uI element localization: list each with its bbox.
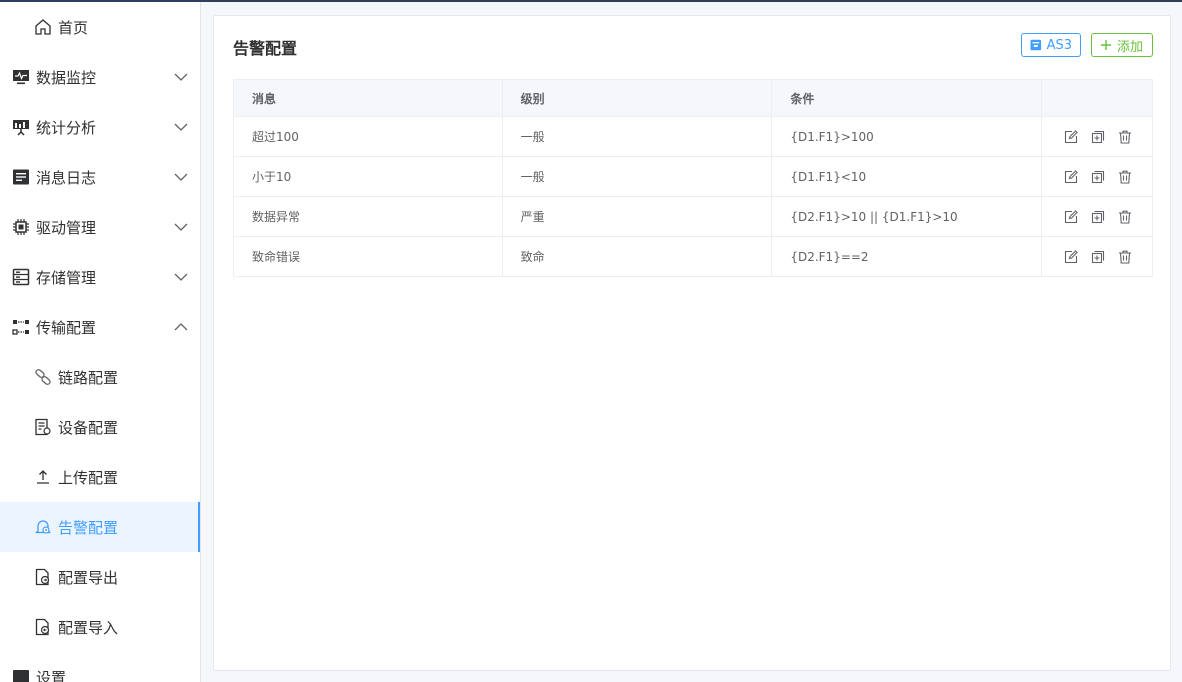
sidebar-item-label: 消息日志 bbox=[36, 168, 97, 187]
sidebar-item-config-import[interactable]: 配置导入 bbox=[0, 602, 200, 652]
edit-icon[interactable] bbox=[1064, 249, 1078, 264]
sidebar-item-driver-management[interactable]: 驱动管理 bbox=[0, 202, 200, 252]
chevron-down-icon bbox=[174, 173, 188, 181]
table-row: 数据异常 严重 {D2.F1}>10 || {D1.F1}>10 bbox=[233, 196, 1153, 237]
cell-message: 致命错误 bbox=[233, 236, 503, 277]
sidebar-item-label: 存储管理 bbox=[36, 268, 97, 287]
chevron-down-icon bbox=[174, 73, 188, 81]
cell-condition: {D1.F1}>100 bbox=[771, 116, 1043, 157]
chevron-down-icon bbox=[174, 273, 188, 281]
column-header-condition: 条件 bbox=[771, 79, 1043, 117]
sidebar-item-statistics[interactable]: 统计分析 bbox=[0, 102, 200, 152]
delete-icon[interactable] bbox=[1118, 250, 1132, 264]
copy-icon[interactable] bbox=[1091, 170, 1105, 184]
delete-icon[interactable] bbox=[1118, 170, 1132, 184]
sidebar-item-link-config[interactable]: 链路配置 bbox=[0, 352, 200, 402]
sidebar-item-label: 设备配置 bbox=[58, 418, 119, 437]
column-header-message: 消息 bbox=[233, 79, 503, 117]
cell-level: 致命 bbox=[501, 236, 773, 277]
column-header-actions bbox=[1041, 79, 1153, 117]
as3-button[interactable]: AS3 bbox=[1021, 33, 1081, 57]
home-icon bbox=[33, 17, 53, 37]
sidebar-item-home[interactable]: 首页 bbox=[0, 2, 200, 52]
cell-message: 小于10 bbox=[233, 156, 503, 197]
table-row: 小于10 一般 {D1.F1}<10 bbox=[233, 156, 1153, 197]
table-row: 致命错误 致命 {D2.F1}==2 bbox=[233, 236, 1153, 277]
copy-icon[interactable] bbox=[1091, 210, 1105, 224]
plus-icon bbox=[1101, 40, 1111, 50]
alarm-table: 消息 级别 条件 超过100 一般 {D1.F1}>100 小于10 一般 {D… bbox=[233, 79, 1153, 277]
copy-icon[interactable] bbox=[1091, 130, 1105, 144]
storage-icon bbox=[11, 267, 31, 287]
cell-actions bbox=[1041, 196, 1153, 237]
alarm-config-card: 告警配置 AS3 添加 消息 级别 条件 超过100 一般 {D1.F1}>10… bbox=[213, 15, 1171, 671]
cell-level: 严重 bbox=[501, 196, 773, 237]
as3-button-label: AS3 bbox=[1046, 37, 1072, 53]
chevron-up-icon bbox=[174, 323, 188, 331]
cell-level: 一般 bbox=[501, 156, 773, 197]
link-icon bbox=[33, 367, 53, 387]
sidebar-item-label: 驱动管理 bbox=[36, 218, 97, 237]
cell-condition: {D2.F1}==2 bbox=[771, 236, 1043, 277]
sidebar-item-label: 上传配置 bbox=[58, 468, 119, 487]
cell-condition: {D1.F1}<10 bbox=[771, 156, 1043, 197]
sidebar-item-message-log[interactable]: 消息日志 bbox=[0, 152, 200, 202]
sidebar-item-settings[interactable]: 设置 bbox=[0, 652, 200, 682]
sidebar-item-data-monitor[interactable]: 数据监控 bbox=[0, 52, 200, 102]
edit-icon[interactable] bbox=[1064, 169, 1078, 184]
archive-icon bbox=[1030, 39, 1042, 51]
transfer-icon bbox=[11, 317, 31, 337]
delete-icon[interactable] bbox=[1118, 130, 1132, 144]
main-area: 告警配置 AS3 添加 消息 级别 条件 超过100 一般 {D1.F1}>10… bbox=[201, 2, 1182, 682]
sidebar-item-label: 链路配置 bbox=[58, 368, 119, 387]
sidebar-item-label: 配置导入 bbox=[58, 618, 119, 637]
sidebar-item-label: 配置导出 bbox=[58, 568, 119, 587]
column-header-level: 级别 bbox=[501, 79, 773, 117]
sidebar-item-device-config[interactable]: 设备配置 bbox=[0, 402, 200, 452]
import-icon bbox=[33, 617, 53, 637]
edit-icon[interactable] bbox=[1064, 209, 1078, 224]
chevron-down-icon bbox=[174, 123, 188, 131]
export-icon bbox=[33, 567, 53, 587]
sidebar-item-config-export[interactable]: 配置导出 bbox=[0, 552, 200, 602]
table-header-row: 消息 级别 条件 bbox=[233, 79, 1153, 117]
cell-actions bbox=[1041, 156, 1153, 197]
sidebar-item-label: 设置 bbox=[36, 668, 67, 682]
sidebar-item-alarm-config[interactable]: 告警配置 bbox=[0, 502, 200, 552]
chip-icon bbox=[11, 217, 31, 237]
add-button[interactable]: 添加 bbox=[1091, 33, 1153, 57]
settings-icon bbox=[11, 667, 31, 682]
delete-icon[interactable] bbox=[1118, 210, 1132, 224]
cell-actions bbox=[1041, 116, 1153, 157]
add-button-label: 添加 bbox=[1117, 39, 1144, 55]
log-icon bbox=[11, 167, 31, 187]
sidebar-item-upload-config[interactable]: 上传配置 bbox=[0, 452, 200, 502]
cell-level: 一般 bbox=[501, 116, 773, 157]
upload-icon bbox=[33, 467, 53, 487]
cell-message: 数据异常 bbox=[233, 196, 503, 237]
monitor-icon bbox=[11, 67, 31, 87]
sidebar-item-label: 首页 bbox=[58, 18, 89, 37]
sidebar-item-label: 数据监控 bbox=[36, 68, 97, 87]
cell-message: 超过100 bbox=[233, 116, 503, 157]
copy-icon[interactable] bbox=[1091, 250, 1105, 264]
chart-icon bbox=[11, 117, 31, 137]
sidebar-item-label: 传输配置 bbox=[36, 318, 97, 337]
device-icon bbox=[33, 417, 53, 437]
sidebar-item-label: 统计分析 bbox=[36, 118, 97, 137]
edit-icon[interactable] bbox=[1064, 129, 1078, 144]
sidebar: 首页 数据监控 统计分析 消息日志 驱动管理 存储管理 传输配置 链路配置 设备… bbox=[0, 2, 201, 682]
page-title: 告警配置 bbox=[233, 39, 298, 58]
table-row: 超过100 一般 {D1.F1}>100 bbox=[233, 116, 1153, 157]
cell-actions bbox=[1041, 236, 1153, 277]
sidebar-item-label: 告警配置 bbox=[58, 518, 119, 537]
sidebar-item-transfer-config[interactable]: 传输配置 bbox=[0, 302, 200, 352]
sidebar-item-storage-management[interactable]: 存储管理 bbox=[0, 252, 200, 302]
alarm-icon bbox=[33, 517, 53, 537]
chevron-down-icon bbox=[174, 223, 188, 231]
cell-condition: {D2.F1}>10 || {D1.F1}>10 bbox=[771, 196, 1043, 237]
